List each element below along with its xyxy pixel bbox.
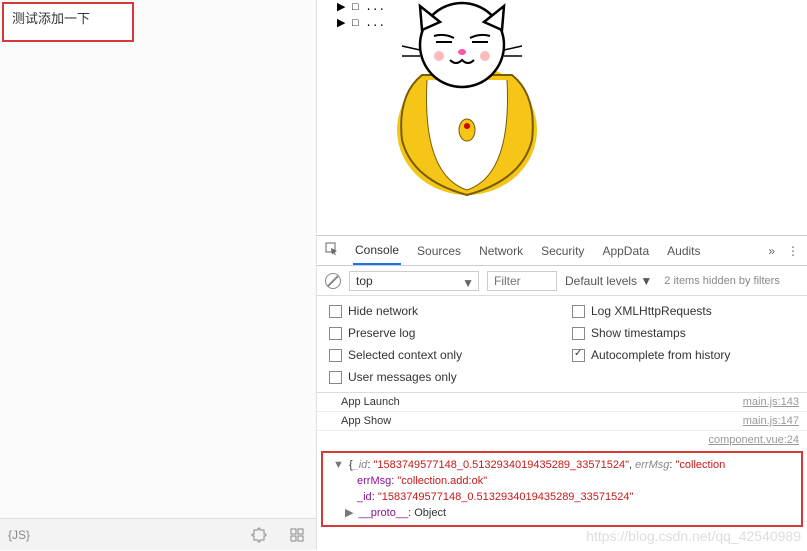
checkbox-icon[interactable] — [329, 349, 342, 362]
checkbox-icon[interactable] — [572, 349, 585, 362]
tab-console[interactable]: Console — [353, 237, 401, 265]
setting-autocomplete[interactable]: Autocomplete from history — [572, 348, 795, 362]
log-row[interactable]: App Show main.js:147 — [317, 412, 807, 431]
context-select-value: top — [356, 274, 373, 288]
preview-area: ▶ □ ... ▶ □ ... — [317, 0, 807, 236]
console-filter-bar: top ▼ Default levels ▼ 2 items hidden by… — [317, 266, 807, 296]
log-message: App Launch — [325, 396, 743, 408]
cartoon-cat-image — [372, 0, 552, 200]
checkbox-icon[interactable] — [329, 305, 342, 318]
devtools-tabs: Console Sources Network Security AppData… — [317, 236, 807, 266]
console-output: App Launch main.js:143 App Show main.js:… — [317, 393, 807, 550]
kebab-menu-icon[interactable]: ⋮ — [787, 244, 799, 258]
expand-icon[interactable]: ▶ — [345, 507, 353, 519]
tab-sources[interactable]: Sources — [415, 238, 463, 264]
checkbox-icon[interactable] — [572, 327, 585, 340]
setting-log-xhr[interactable]: Log XMLHttpRequests — [572, 304, 795, 318]
log-message: App Show — [325, 415, 743, 427]
setting-selected-context[interactable]: Selected context only — [329, 348, 552, 362]
highlighted-item[interactable]: 测试添加一下 — [2, 2, 134, 42]
log-source-link[interactable]: component.vue:24 — [708, 434, 799, 446]
expanded-object[interactable]: ▼ {_id: "1583749577148_0.513293401943528… — [321, 451, 803, 527]
setting-show-timestamps[interactable]: Show timestamps — [572, 326, 795, 340]
bottom-toolbar: {JS} — [0, 518, 316, 550]
collapse-icon[interactable]: ▼ — [333, 459, 344, 471]
log-source-link[interactable]: main.js:147 — [743, 415, 799, 427]
log-row[interactable]: component.vue:24 — [317, 431, 807, 449]
puzzle-icon[interactable] — [240, 519, 278, 551]
checkbox-icon[interactable] — [329, 371, 342, 384]
checkbox-icon[interactable] — [572, 305, 585, 318]
log-row[interactable]: App Launch main.js:143 — [317, 393, 807, 412]
log-source-link[interactable]: main.js:143 — [743, 396, 799, 408]
clear-console-icon[interactable] — [325, 273, 341, 289]
watermark: https://blog.csdn.net/qq_42540989 — [586, 528, 801, 544]
inspect-icon[interactable] — [325, 242, 339, 259]
checkbox-icon[interactable] — [329, 327, 342, 340]
setting-hide-network[interactable]: Hide network — [329, 304, 552, 318]
right-panel: ▶ □ ... ▶ □ ... — [317, 0, 807, 550]
setting-user-messages[interactable]: User messages only — [329, 370, 552, 384]
context-select[interactable]: top ▼ — [349, 271, 479, 291]
tab-audits[interactable]: Audits — [665, 238, 702, 264]
tab-network[interactable]: Network — [477, 238, 525, 264]
highlighted-text: 测试添加一下 — [12, 8, 90, 27]
left-sidebar: 测试添加一下 {JS} — [0, 0, 317, 550]
more-tabs-icon[interactable]: » — [768, 244, 775, 258]
setting-preserve-log[interactable]: Preserve log — [329, 326, 552, 340]
chevron-down-icon: ▼ — [462, 276, 474, 290]
levels-dropdown[interactable]: Default levels ▼ — [565, 274, 652, 288]
filter-input[interactable] — [487, 271, 557, 291]
js-icon[interactable]: {JS} — [0, 519, 38, 551]
hidden-items-msg: 2 items hidden by filters — [664, 275, 780, 287]
tab-security[interactable]: Security — [539, 238, 586, 264]
grid-icon[interactable] — [278, 519, 316, 551]
console-settings: Hide network Log XMLHttpRequests Preserv… — [317, 296, 807, 393]
tab-appdata[interactable]: AppData — [600, 238, 651, 264]
